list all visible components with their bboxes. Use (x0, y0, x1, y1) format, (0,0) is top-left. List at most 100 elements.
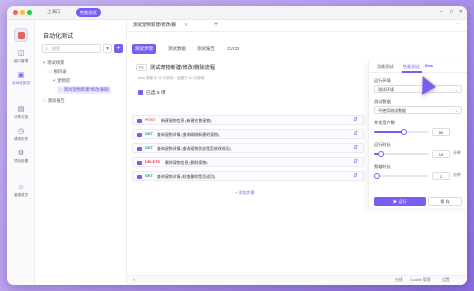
duration-slider[interactable] (374, 151, 429, 157)
step-checkbox[interactable] (137, 118, 142, 123)
nav-settings[interactable]: ⚙ 项目设置 (7, 150, 35, 164)
close-tab-icon[interactable]: ✕ (184, 22, 188, 27)
title-home[interactable]: 上海口 (47, 9, 61, 15)
slider-handle[interactable] (401, 129, 407, 135)
vu-slider[interactable] (374, 129, 429, 135)
search-icon: ⌕ (45, 46, 48, 52)
step-text: 查询宠物详情 (查询刚刚新建的宠物) (157, 132, 220, 138)
document-tabs: 测试宠物新建/修改/删 ✕ + ⋯ (127, 20, 467, 32)
step-row[interactable]: GET 查询宠物详情 (检查删除是否成功) ⇵ (132, 171, 364, 181)
minimize-window-dot[interactable] (20, 10, 25, 15)
cookie-manager-button[interactable]: Cookie 管理 (410, 278, 430, 283)
link-icon[interactable]: ⇵ (353, 131, 358, 137)
step-text: 新建宠物信息 (新建在售宠物) (161, 118, 212, 124)
collapse-sidebar-icon[interactable]: « (133, 278, 135, 282)
ramp-label: 爬坡时长 (374, 164, 391, 169)
nav-automation[interactable]: ▣ 自动化测试 (7, 72, 35, 86)
step-row[interactable]: POST 新建宠物信息 (新建在售宠物) ⇵ (132, 115, 364, 125)
panel-tabs: 功能测试 性能测试 Beta (369, 61, 467, 73)
scene-meta: Amy 更新于 10 分钟前 · 创建于 10 分钟前 (138, 76, 205, 80)
step-checkbox[interactable] (137, 146, 142, 151)
method-badge: GET (145, 146, 153, 150)
settings-button[interactable]: 设置 (442, 278, 450, 283)
maximize-window-dot[interactable] (27, 10, 32, 15)
online-status[interactable]: 在线 (395, 278, 403, 283)
title-active-pill[interactable]: 性能测试 (76, 8, 101, 17)
tree-node-scenes[interactable]: ▾ 测试场景 (43, 60, 64, 66)
doc-tab-active[interactable]: 测试宠物新建/修改/删 ✕ (133, 22, 188, 28)
slider-handle[interactable] (374, 173, 380, 179)
tree-title: 自动化测试 (43, 34, 74, 40)
add-step-button[interactable]: + 添加步骤 (235, 190, 254, 196)
close-icon[interactable]: ✕ (459, 9, 463, 15)
selection-summary: 已选 5 项 (138, 89, 166, 96)
step-checkbox[interactable] (137, 160, 142, 165)
ramp-slider[interactable] (374, 173, 429, 179)
invite-icon: ☺ (17, 184, 25, 191)
settings-icon: ⚙ (17, 150, 25, 157)
link-icon[interactable]: ⇵ (353, 159, 358, 165)
app-window: 上海口 性能测试 − □ ✕ ◫ 接口管理 ▣ 自动化测试 ▤ 分享文档 ◷ 请… (7, 6, 467, 285)
minimize-icon[interactable]: − (440, 9, 443, 15)
add-scene-button[interactable]: + (114, 44, 123, 53)
save-button[interactable]: 保 存 (428, 197, 462, 206)
vu-label: 并发用户数 (374, 120, 395, 125)
duration-input[interactable]: 10 (432, 150, 450, 158)
tree-node-reports[interactable]: □ 测试报告 (43, 98, 65, 104)
data-label: 测试数据 (374, 99, 391, 104)
tree-node-petstore[interactable]: ▾ 宠物店 (53, 78, 70, 84)
title-bar: 上海口 性能测试 − □ ✕ (7, 6, 467, 20)
nav-history[interactable]: ◷ 请求历史 (7, 128, 35, 142)
maximize-icon[interactable]: □ (450, 9, 453, 15)
ramp-input[interactable]: 1 (432, 172, 450, 180)
tab-report[interactable]: 测试报告 (194, 44, 218, 54)
link-icon[interactable]: ⇵ (353, 145, 358, 151)
doc-icon: ▤ (17, 106, 25, 113)
tab-cicd[interactable]: CI/CD (224, 44, 242, 54)
tab-data[interactable]: 测试数据 (165, 44, 189, 54)
step-row[interactable]: GET 查询宠物详情 (查询宠物状态是否修改成功) ⇵ (132, 143, 364, 153)
automation-icon: ▣ (17, 72, 25, 79)
method-badge: GET (145, 174, 153, 178)
more-icon[interactable]: ⋯ (456, 21, 461, 27)
close-window-dot[interactable] (13, 10, 18, 15)
step-checkbox[interactable] (137, 132, 142, 137)
select-all-checkbox[interactable] (138, 90, 143, 95)
method-badge: DELETE (145, 160, 160, 164)
vu-input[interactable]: 50 (432, 128, 450, 136)
scene-title: 测试宠物新建/修改/删除流程 (149, 65, 216, 71)
link-icon[interactable]: ⇵ (353, 173, 358, 179)
tree-node-active-scene[interactable]: □ 测试宠物新建/修改/删除 (57, 86, 111, 94)
search-input[interactable]: ⌕ 搜索 (42, 44, 101, 53)
env-label: 运行环境 (374, 78, 391, 83)
method-badge: GET (145, 132, 153, 136)
slider-handle[interactable] (378, 151, 384, 157)
data-select[interactable]: 不使用测试数据 ⌄ (374, 106, 462, 114)
plus-icon: + (116, 45, 121, 52)
chevron-down-icon: ⌄ (454, 108, 458, 113)
tree-node-root[interactable]: □ 根目录 (49, 69, 67, 75)
api-icon: ◫ (17, 50, 25, 57)
step-text: 查询宠物详情 (检查删除是否成功) (157, 174, 216, 180)
priority-badge[interactable]: P2 (136, 64, 147, 71)
link-icon[interactable]: ⇵ (353, 117, 358, 123)
nav-invite[interactable]: ☺ 邀请成员 (7, 184, 35, 198)
tab-steps[interactable]: 测试步骤 (132, 44, 156, 54)
filter-button[interactable]: ▼ (103, 44, 112, 53)
method-badge: POST (145, 118, 156, 122)
beta-badge: Beta (425, 63, 433, 68)
step-text: 查询宠物详情 (查询宠物状态是否修改成功) (157, 146, 231, 152)
duration-label: 运行时长 (374, 142, 391, 147)
project-logo[interactable] (14, 28, 28, 42)
run-button[interactable]: ▶ 运行 (374, 197, 426, 206)
step-row[interactable]: GET 查询宠物详情 (查询刚刚新建的宠物) ⇵ (132, 129, 364, 139)
active-tab-underline (402, 71, 422, 73)
step-checkbox[interactable] (137, 174, 142, 179)
tab-performance-test[interactable]: 性能测试 (403, 64, 420, 70)
nav-api[interactable]: ◫ 接口管理 (7, 50, 35, 64)
status-bar: « 在线 Cookie 管理 设置 (127, 275, 467, 285)
nav-doc[interactable]: ▤ 分享文档 (7, 106, 35, 120)
tab-functional-test[interactable]: 功能测试 (377, 64, 394, 70)
step-row[interactable]: DELETE 删除宠物信息 (删除宠物) ⇵ (132, 157, 364, 167)
new-tab-icon[interactable]: + (214, 21, 218, 28)
